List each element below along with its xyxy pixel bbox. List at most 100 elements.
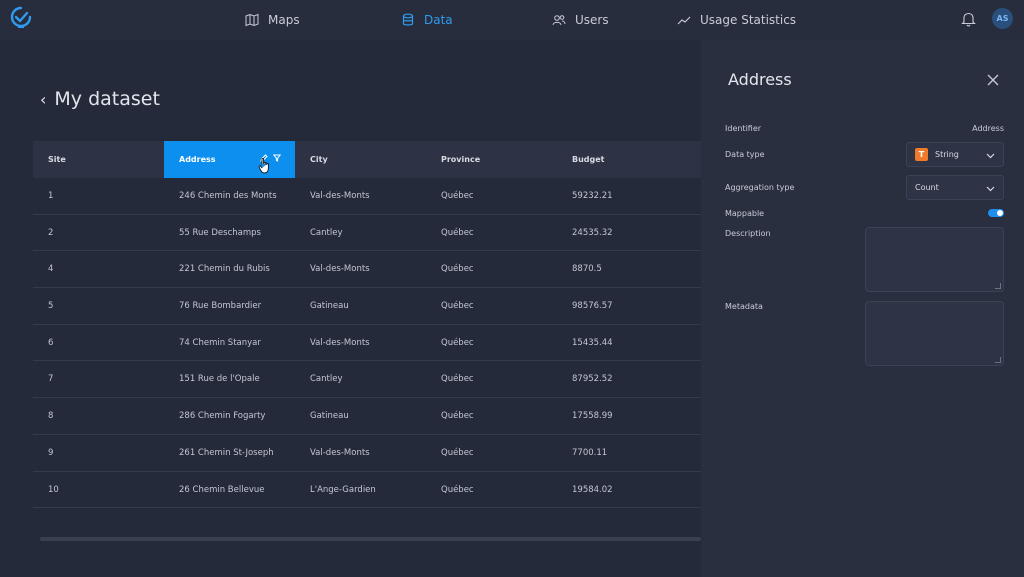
cell-city: Val-des-Monts [310, 447, 370, 458]
identifier-label: Identifier [725, 124, 762, 133]
chevron-down-icon [986, 153, 995, 159]
dataset-title: My dataset [54, 88, 160, 110]
column-header-label: Address [179, 155, 216, 164]
cell-city: Gatineau [310, 411, 349, 422]
cell-province: Québec [441, 337, 474, 348]
cell-city: Gatineau [310, 301, 349, 312]
metadata-textarea[interactable] [865, 301, 1004, 366]
description-textarea[interactable] [865, 227, 1004, 292]
mappable-label: Mappable [725, 209, 765, 218]
aggregation-type-value: Count [915, 183, 939, 192]
nav-item-users[interactable]: Users [552, 0, 609, 40]
identifier-value: Address [972, 124, 1004, 133]
cell-budget: 7700.11 [572, 447, 608, 458]
cell-address: 261 Chemin St-Joseph [179, 447, 274, 458]
cell-budget: 19584.02 [572, 484, 613, 495]
nav-item-data[interactable]: Data [401, 0, 453, 40]
cell-city: Val-des-Monts [310, 337, 370, 348]
column-header-address[interactable]: Address [164, 141, 295, 178]
cell-address: 221 Chemin du Rubis [179, 264, 270, 275]
cell-site: 9 [48, 447, 54, 458]
table-row[interactable]: 1 246 Chemin des Monts Val-des-Monts Québec… [33, 178, 701, 215]
column-header-label: Budget [572, 155, 605, 164]
cell-address: 286 Chemin Fogarty [179, 411, 266, 422]
column-details-panel: Address Identifier Address Data type T S… [701, 40, 1024, 577]
map-icon [245, 13, 259, 27]
cell-province: Québec [441, 374, 474, 385]
data-type-value: String [935, 150, 959, 159]
table-row[interactable]: 10 26 Chemin Bellevue L'Ange-Gardien Québec… [33, 472, 701, 509]
chevron-down-icon [986, 186, 995, 192]
cell-province: Québec [441, 301, 474, 312]
data-type-label: Data type [725, 150, 765, 159]
filter-icon[interactable] [273, 154, 281, 162]
cell-city: Val-des-Monts [310, 264, 370, 275]
cell-site: 6 [48, 337, 54, 348]
cell-budget: 17558.99 [572, 411, 613, 422]
users-icon [552, 15, 566, 26]
nav-label-maps: Maps [268, 13, 300, 27]
table-header: Site Address City Province Budget [33, 141, 701, 178]
string-type-icon: T [915, 148, 928, 161]
cell-address: 74 Chemin Stanyar [179, 337, 261, 348]
nav-label-users: Users [575, 13, 609, 27]
cell-address: 151 Rue de l'Opale [179, 374, 260, 385]
cell-site: 4 [48, 264, 54, 275]
metadata-label: Metadata [725, 302, 763, 311]
cell-site: 2 [48, 227, 54, 238]
cell-address: 55 Rue Deschamps [179, 227, 261, 238]
cell-province: Québec [441, 227, 474, 238]
table-row[interactable]: 5 76 Rue Bombardier Gatineau Québec 98576.57 [33, 288, 701, 325]
cell-province: Québec [441, 447, 474, 458]
nav-item-usage-statistics[interactable]: Usage Statistics [677, 0, 796, 40]
column-header-label: Province [441, 155, 481, 164]
column-header-label: City [310, 155, 328, 164]
column-header-site[interactable]: Site [33, 141, 164, 178]
table-row[interactable]: 2 55 Rue Deschamps Cantley Québec 24535.32 [33, 215, 701, 252]
mappable-toggle[interactable] [988, 209, 1004, 217]
app-logo-icon[interactable] [10, 6, 32, 30]
cell-city: L'Ange-Gardien [310, 484, 376, 495]
table-body: 1 246 Chemin des Monts Val-des-Monts Québec… [33, 178, 701, 509]
cell-budget: 15435.44 [572, 337, 613, 348]
nav-label-usage-statistics: Usage Statistics [700, 13, 797, 27]
cell-province: Québec [441, 264, 474, 275]
panel-title: Address [728, 70, 792, 89]
aggregation-type-select[interactable]: Count [906, 175, 1004, 200]
close-icon[interactable] [987, 74, 999, 86]
page-title: ‹ My dataset [40, 88, 160, 110]
cell-address: 26 Chemin Bellevue [179, 484, 265, 495]
cell-province: Québec [441, 411, 474, 422]
user-avatar[interactable]: AS [992, 8, 1013, 29]
cell-site: 1 [48, 191, 54, 201]
description-label: Description [725, 229, 771, 238]
cell-budget: 87952.52 [572, 374, 613, 385]
table-row[interactable]: 8 286 Chemin Fogarty Gatineau Québec 17558.9… [33, 398, 701, 435]
data-type-select[interactable]: T String [906, 142, 1004, 167]
horizontal-scrollbar[interactable] [40, 537, 701, 541]
cell-budget: 59232.21 [572, 191, 613, 201]
cell-site: 10 [48, 484, 59, 495]
aggregation-type-label: Aggregation type [725, 183, 795, 192]
back-chevron-icon[interactable]: ‹ [40, 90, 46, 109]
notification-bell-icon[interactable] [961, 11, 976, 27]
table-row[interactable]: 9 261 Chemin St-Joseph Val-des-Monts Québec… [33, 435, 701, 472]
nav-label-data: Data [424, 13, 453, 27]
column-header-province[interactable]: Province [426, 141, 557, 178]
cell-city: Cantley [310, 227, 343, 238]
column-header-city[interactable]: City [295, 141, 426, 178]
cell-city: Val-des-Monts [310, 191, 370, 201]
table-row[interactable]: 7 151 Rue de l'Opale Cantley Québec 87952.52 [33, 361, 701, 399]
cell-site: 5 [48, 301, 54, 312]
cell-site: 8 [48, 411, 54, 422]
nav-item-maps[interactable]: Maps [245, 0, 300, 40]
table-row[interactable]: 6 74 Chemin Stanyar Val-des-Monts Québec 154… [33, 325, 701, 362]
cell-province: Québec [441, 484, 474, 495]
table-row[interactable]: 4 221 Chemin du Rubis Val-des-Monts Québec 8… [33, 251, 701, 289]
cell-budget: 98576.57 [572, 301, 613, 312]
column-header-budget[interactable]: Budget [557, 141, 701, 178]
dataset-table: Site Address City Province Budget 1 246 C… [33, 141, 701, 509]
top-navigation-bar: Maps Data Users Usage Statistics AS [0, 0, 1024, 40]
cell-city: Cantley [310, 374, 343, 385]
cell-site: 7 [48, 374, 54, 385]
